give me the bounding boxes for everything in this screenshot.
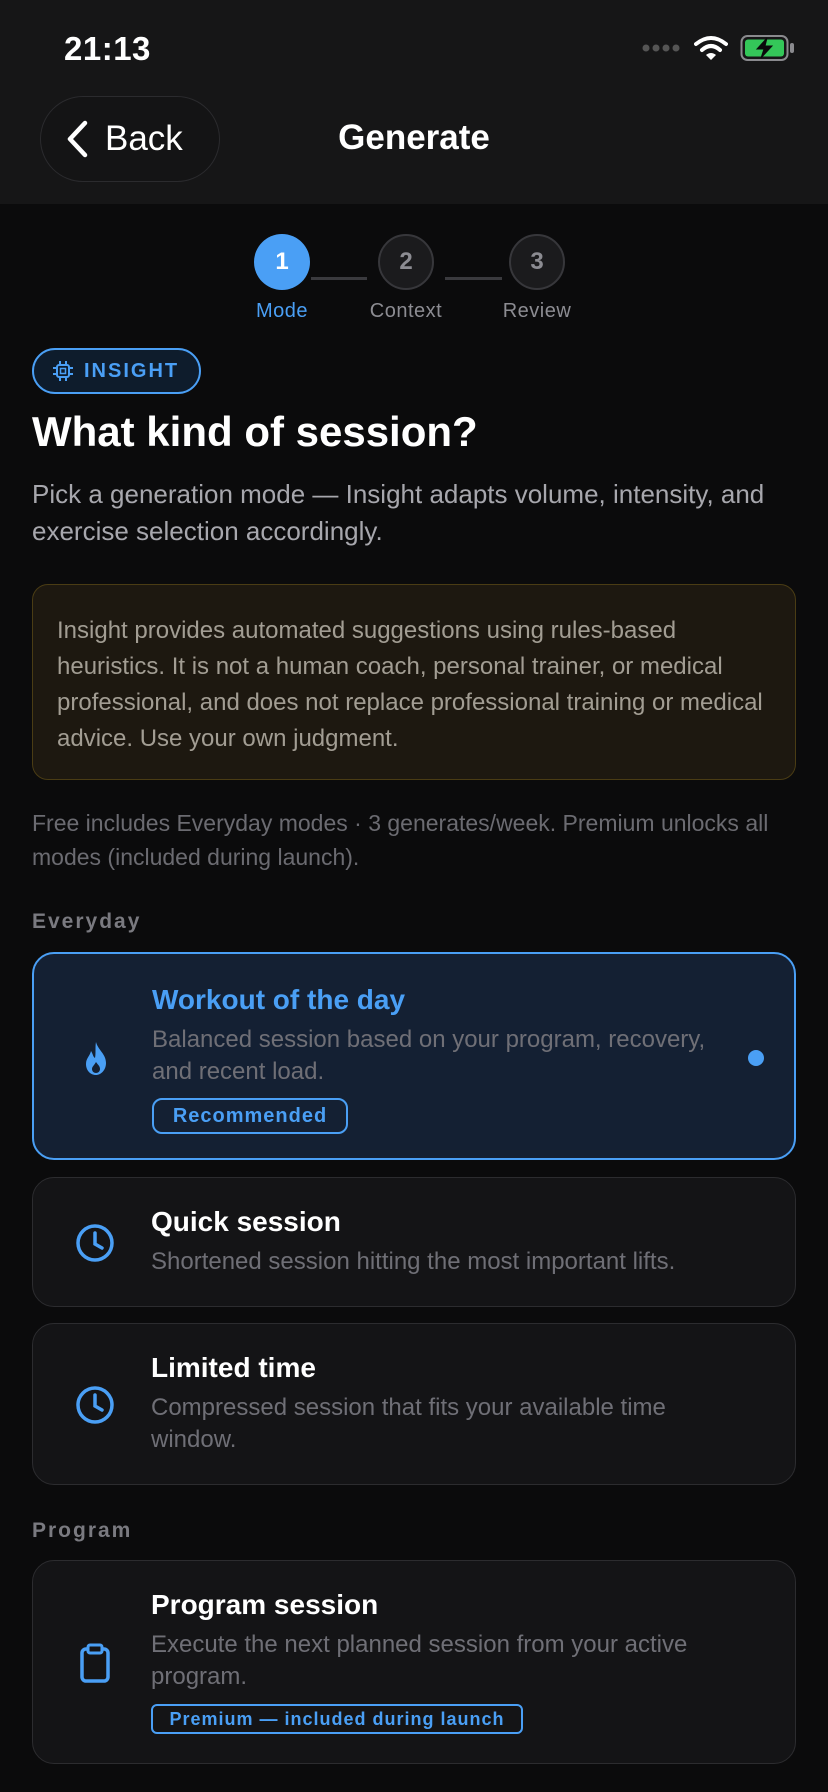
selected-indicator <box>748 1050 764 1066</box>
mode-card-workout-of-the-day[interactable]: Workout of the day Balanced session base… <box>32 952 796 1160</box>
clock-icon <box>76 1386 114 1424</box>
mode-card-program-session[interactable]: Program session Execute the next planned… <box>32 1560 796 1764</box>
recommended-tag: Recommended <box>152 1098 348 1134</box>
card-title: Quick session <box>151 1206 341 1237</box>
step-number: 2 <box>378 234 434 290</box>
step-label: Review <box>502 300 572 322</box>
page-title: Generate <box>338 118 490 157</box>
step-number: 1 <box>254 234 310 290</box>
step-label: Context <box>369 300 443 322</box>
card-description: Shortened session hitting the most impor… <box>151 1248 676 1275</box>
mode-card-limited-time[interactable]: Limited time Compressed session that fit… <box>32 1323 796 1485</box>
card-description: Compressed session that fits your availa… <box>151 1394 666 1453</box>
insight-badge: INSIGHT <box>32 348 202 394</box>
card-title: Limited time <box>151 1352 316 1383</box>
free-plan-note: Free includes Everyday modes · 3 generat… <box>32 810 769 870</box>
top-bar: 21:13 Back Generate <box>0 0 828 204</box>
section-label-program: Program <box>32 1519 133 1542</box>
card-description: Execute the next planned session from yo… <box>151 1631 688 1690</box>
badge-label: INSIGHT <box>84 359 180 382</box>
step-number: 3 <box>509 234 565 290</box>
step-mode: 1 Mode <box>222 234 342 323</box>
flame-icon <box>86 1042 106 1075</box>
wifi-icon <box>694 36 728 60</box>
disclaimer-box: Insight provides automated suggestions u… <box>32 584 796 780</box>
card-title: Workout of the day <box>152 984 406 1015</box>
status-time: 21:13 <box>64 30 151 67</box>
section-label-everyday: Everyday <box>32 910 142 933</box>
step-indicator: 1 Mode 2 Context 3 Review <box>0 234 828 324</box>
clipboard-icon <box>80 1643 110 1683</box>
step-context: 2 Context <box>346 234 466 323</box>
subtitle: Pick a generation mode — Insight adapts … <box>32 479 765 546</box>
clock-icon <box>76 1224 114 1262</box>
mode-card-quick-session[interactable]: Quick session Shortened session hitting … <box>32 1177 796 1307</box>
card-description: Balanced session based on your program, … <box>152 1026 706 1085</box>
card-title: Program session <box>151 1589 379 1620</box>
chip-icon <box>53 361 73 381</box>
step-review: 3 Review <box>477 234 597 323</box>
step-label: Mode <box>255 300 309 322</box>
headline: What kind of session? <box>32 408 478 455</box>
status-icons <box>642 34 796 62</box>
cellular-signal-icon <box>642 44 680 52</box>
battery-charging-icon <box>740 35 794 61</box>
premium-tag: Premium — included during launch <box>151 1704 523 1734</box>
